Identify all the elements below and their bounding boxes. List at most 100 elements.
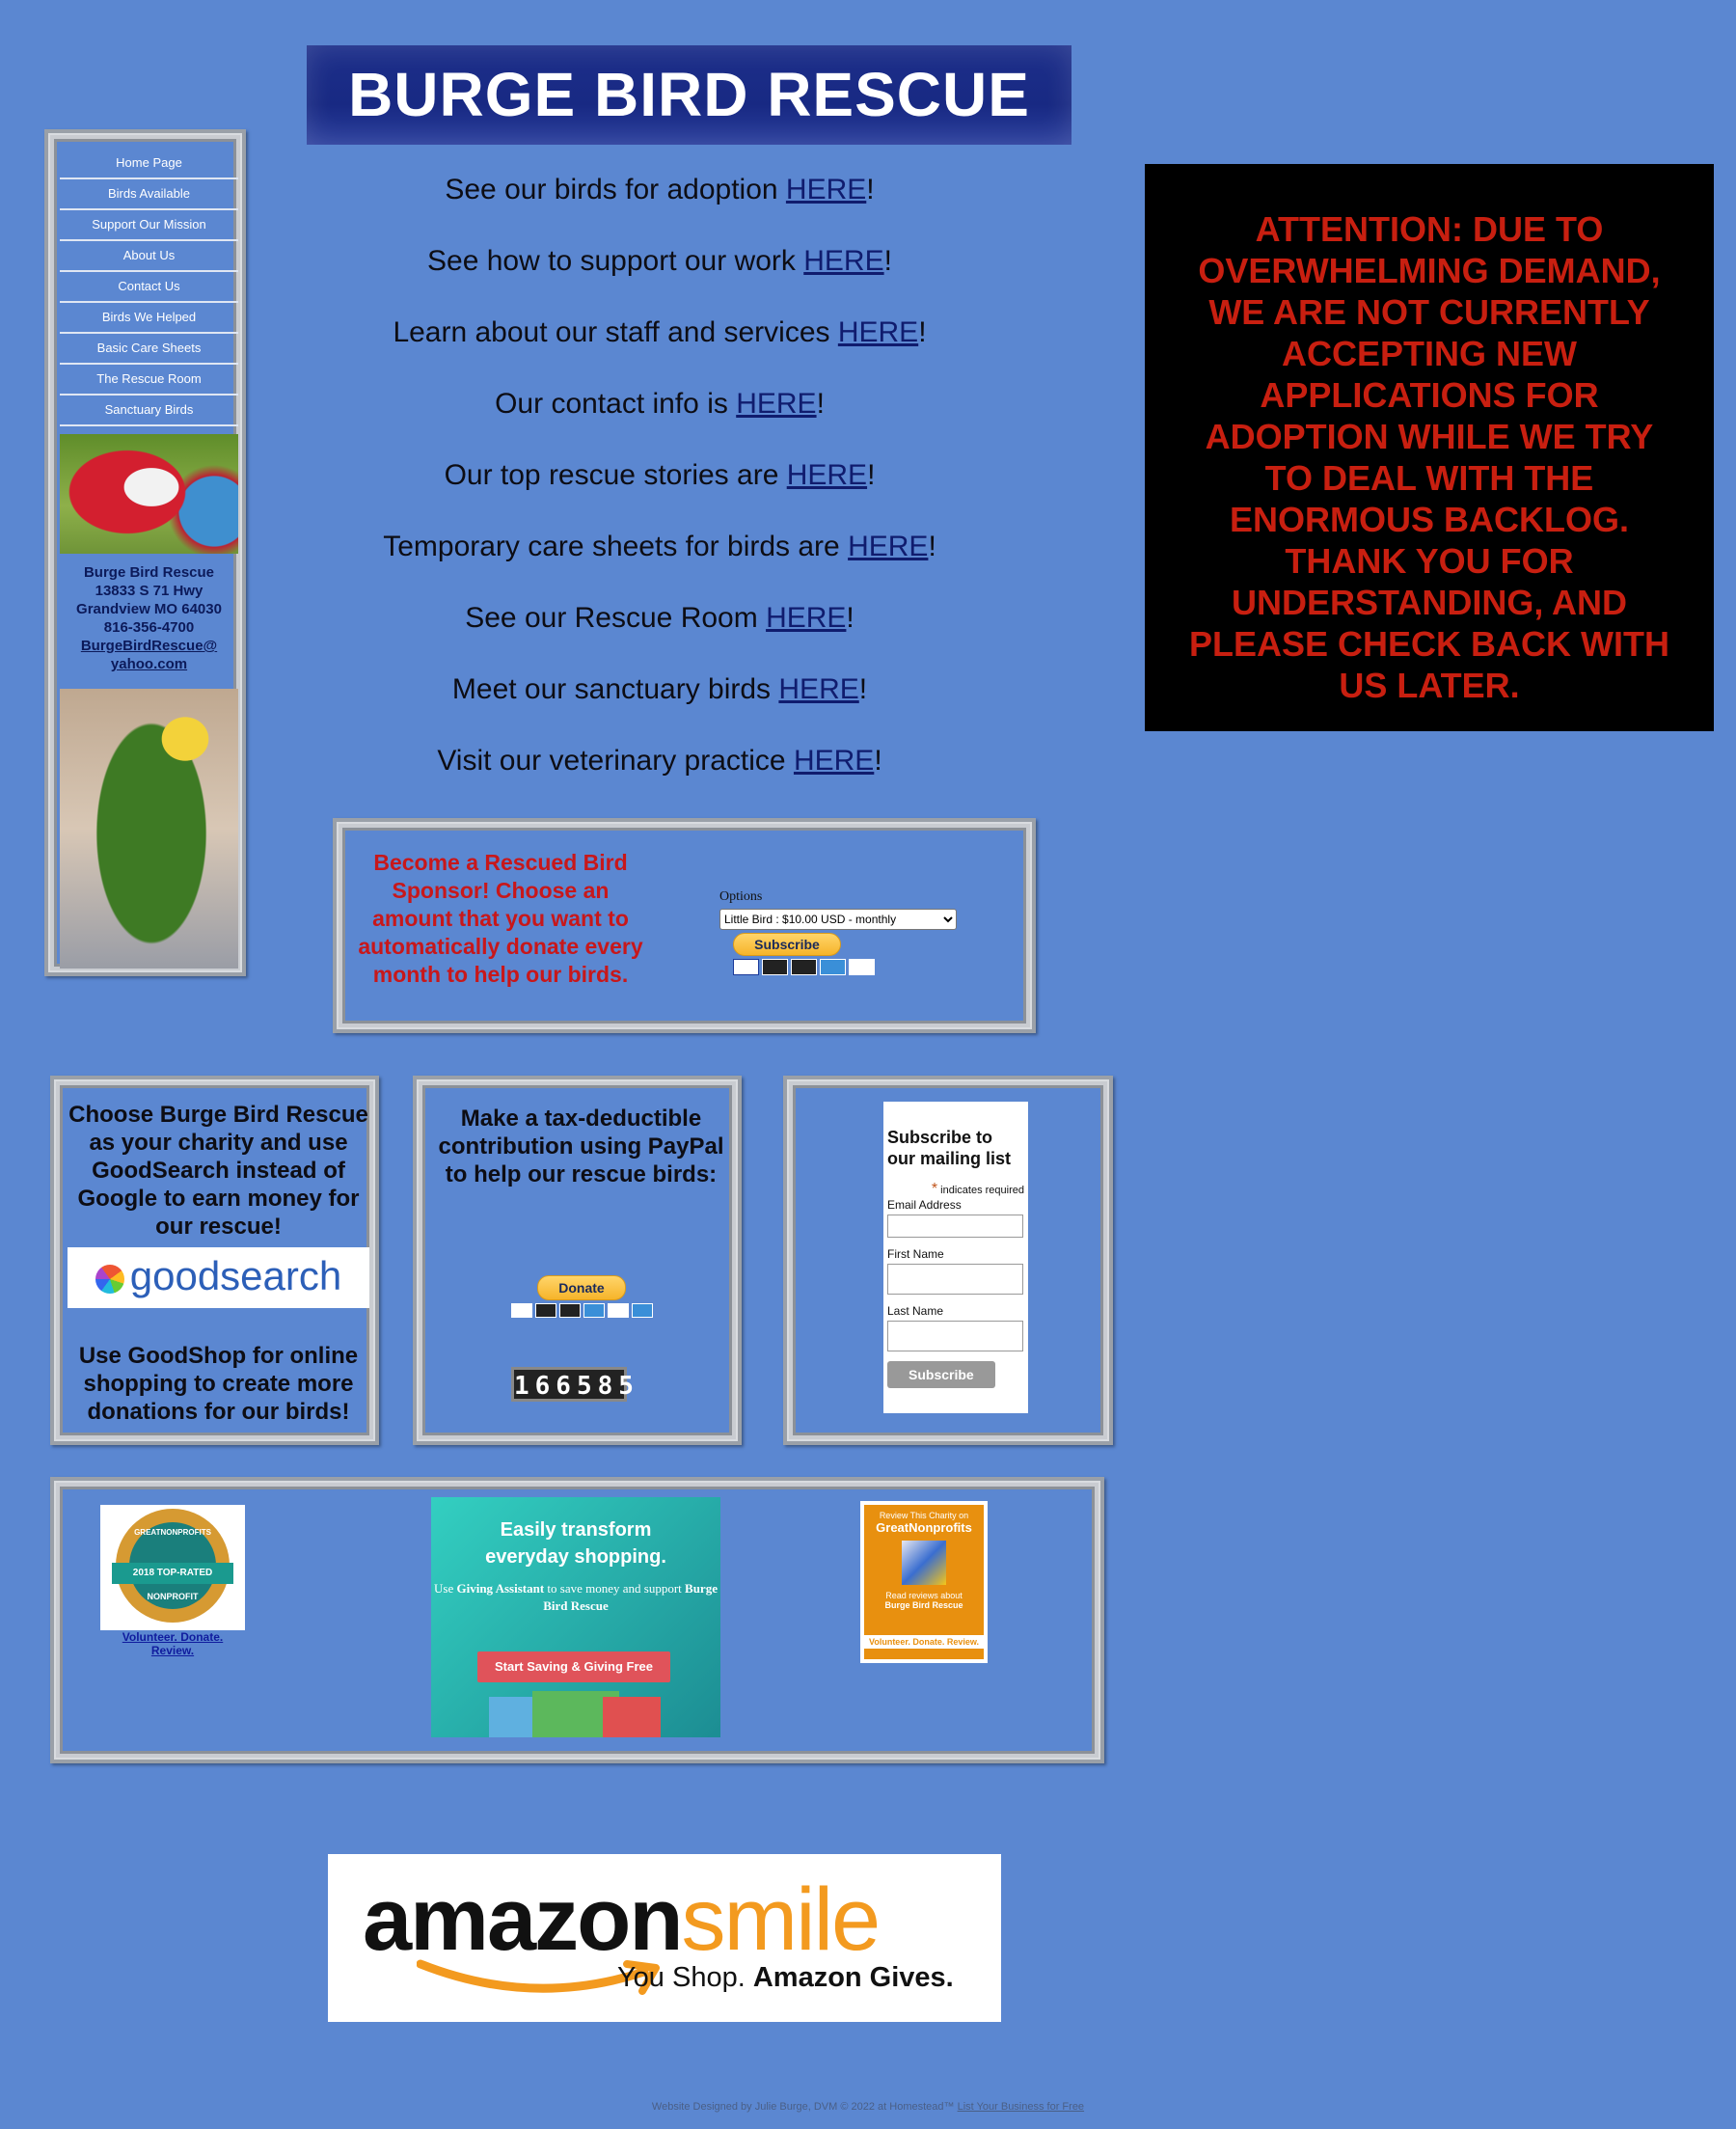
donate-button[interactable]: Donate: [537, 1275, 626, 1300]
macaw-thumbnail: [902, 1541, 946, 1585]
stories-here-link[interactable]: HERE: [787, 459, 867, 491]
sidebar-item-rescue-room[interactable]: The Rescue Room: [60, 365, 238, 396]
sidebar-nav: Home Page Birds Available Support Our Mi…: [58, 149, 240, 426]
first-name-label: First Name: [887, 1247, 944, 1261]
shopping-bag-icon: [603, 1697, 661, 1737]
link-line-sanctuary: Meet our sanctuary birds HERE!: [274, 673, 1045, 706]
goodsearch-title: Choose Burge Bird Rescue as your charity…: [68, 1102, 368, 1240]
last-name-field[interactable]: [887, 1321, 1023, 1351]
email-field[interactable]: [887, 1215, 1023, 1238]
last-name-label: Last Name: [887, 1304, 944, 1318]
sidebar-item-home[interactable]: Home Page: [60, 149, 238, 179]
read-reviews-text: Read reviews about: [885, 1591, 963, 1600]
footer-link[interactable]: List Your Business for Free: [958, 2101, 1084, 2113]
contact-email-link[interactable]: BurgeBirdRescue@ yahoo.com: [81, 638, 217, 672]
link-line-stories: Our top rescue stories are HERE!: [274, 459, 1045, 492]
tagline-bold: Amazon Gives.: [752, 1962, 954, 1993]
badge-seal-icon: GREATNONPROFITS 2018 TOP-RATED NONPROFIT: [112, 1509, 233, 1623]
sidebar-item-birds-helped[interactable]: Birds We Helped: [60, 303, 238, 334]
review-charity-text: Review This Charity on: [879, 1511, 969, 1520]
goodsearch-box: Choose Burge Bird Rescue as your charity…: [50, 1076, 379, 1445]
amex-icon: [820, 959, 846, 975]
link-text: Temporary care sheets for birds are: [383, 531, 849, 562]
contact-here-link[interactable]: HERE: [736, 388, 816, 420]
amex-icon: [583, 1303, 605, 1318]
gnp-org-name: Burge Bird Rescue: [884, 1600, 963, 1610]
sponsor-box: Become a Rescued Bird Sponsor! Choose an…: [333, 818, 1036, 1033]
discover-icon: [849, 959, 875, 975]
sidebar-item-about[interactable]: About Us: [60, 241, 238, 272]
subscribe-button[interactable]: Subscribe: [733, 933, 841, 956]
contact-city: Grandview MO 64030: [76, 601, 222, 617]
sidebar-item-care-sheets[interactable]: Basic Care Sheets: [60, 334, 238, 365]
visa-icon: [511, 1303, 532, 1318]
options-label: Options: [719, 889, 763, 904]
link-suffix: !: [816, 388, 825, 420]
amazon-smile-banner[interactable]: amazonsmile You Shop. Amazon Gives.: [328, 1854, 1001, 2022]
contact-name: Burge Bird Rescue: [83, 564, 215, 581]
adoption-here-link[interactable]: HERE: [786, 174, 866, 205]
required-note: * indicates required: [887, 1181, 1024, 1198]
ga-brand: Giving Assistant: [456, 1581, 545, 1596]
link-text: Meet our sanctuary birds: [451, 673, 779, 705]
required-note-text: indicates required: [940, 1185, 1024, 1196]
card-icons: [733, 959, 970, 975]
link-suffix: !: [846, 602, 854, 634]
link-line-adoption: See our birds for adoption HERE!: [274, 174, 1045, 206]
greatnonprofits-badge[interactable]: GREATNONPROFITS 2018 TOP-RATED NONPROFIT: [100, 1505, 245, 1630]
page-footer: Website Designed by Julie Burge, DVM © 2…: [0, 2101, 1736, 2113]
sidebar: Home Page Birds Available Support Our Mi…: [44, 129, 246, 976]
first-name-field[interactable]: [887, 1264, 1023, 1295]
paypal-box: Make a tax-deductible contribution using…: [413, 1076, 742, 1445]
sponsor-text: Become a Rescued Bird Sponsor! Choose an…: [358, 850, 643, 987]
greatnonprofits-review-badge[interactable]: Review This Charity on GreatNonprofits R…: [860, 1501, 988, 1663]
mastercard-icon: [762, 959, 788, 975]
link-line-care: Temporary care sheets for birds are HERE…: [274, 531, 1045, 563]
support-here-link[interactable]: HERE: [803, 245, 883, 277]
sidebar-item-birds-available[interactable]: Birds Available: [60, 179, 238, 210]
sidebar-item-sanctuary[interactable]: Sanctuary Birds: [60, 396, 238, 426]
link-line-contact: Our contact info is HERE!: [274, 388, 1045, 421]
sidebar-contact: Burge Bird Rescue 13833 S 71 Hwy Grandvi…: [58, 554, 240, 689]
mailing-list-form: Subscribe to our mailing list * indicate…: [883, 1102, 1028, 1413]
link-suffix: !: [858, 673, 868, 705]
rescue-room-here-link[interactable]: HERE: [766, 602, 846, 634]
paypal-donate: Donate: [511, 1275, 656, 1318]
amazon-smile-logo: amazonsmile: [363, 1871, 881, 1968]
giving-assistant-ad[interactable]: Easily transform everyday shopping. Use G…: [431, 1497, 720, 1737]
amazon-tagline: You Shop. Amazon Gives.: [617, 1962, 954, 1994]
contact-phone: 816-356-4700: [103, 619, 195, 636]
sidebar-item-support[interactable]: Support Our Mission: [60, 210, 238, 241]
badge-bottom-text: NONPROFIT: [147, 1592, 199, 1601]
link-suffix: !: [928, 531, 936, 562]
staff-here-link[interactable]: HERE: [838, 316, 918, 348]
badges-box: GREATNONPROFITS 2018 TOP-RATED NONPROFIT…: [50, 1477, 1104, 1763]
start-saving-button[interactable]: Start Saving & Giving Free: [477, 1651, 670, 1682]
link-line-vet: Visit our veterinary practice HERE!: [274, 745, 1045, 778]
care-here-link[interactable]: HERE: [848, 531, 928, 562]
ga-body: Use Giving Assistant to save money and s…: [431, 1580, 720, 1615]
goodshop-text: Use GoodShop for online shopping to crea…: [78, 1343, 359, 1425]
link-text: Our contact info is: [495, 388, 737, 420]
required-star: *: [931, 1181, 938, 1197]
sponsor-form: Options Little Bird : $10.00 USD - month…: [719, 889, 970, 975]
jcb-icon: [632, 1303, 653, 1318]
sanctuary-here-link[interactable]: HERE: [778, 673, 858, 705]
goodsearch-flower-icon: [95, 1264, 124, 1294]
link-text: See our birds for adoption: [445, 174, 786, 205]
link-line-staff: Learn about our staff and services HERE!: [274, 316, 1045, 349]
link-line-support: See how to support our work HERE!: [274, 245, 1045, 278]
vet-here-link[interactable]: HERE: [794, 745, 874, 777]
contact-address: 13833 S 71 Hwy: [95, 583, 203, 599]
paypal-title: Make a tax-deductible contribution using…: [438, 1105, 724, 1187]
badge-ribbon: 2018 TOP-RATED: [112, 1563, 233, 1584]
goodsearch-logo[interactable]: goodsearch: [68, 1247, 369, 1308]
mailing-subscribe-button[interactable]: Subscribe: [887, 1361, 995, 1388]
tagline-pre: You Shop.: [617, 1962, 753, 1993]
email-label: Email Address: [887, 1198, 962, 1212]
sponsor-amount-select[interactable]: Little Bird : $10.00 USD - monthly: [719, 909, 957, 930]
volunteer-donate-review-link[interactable]: Volunteer. Donate. Review.: [122, 1630, 223, 1657]
sidebar-item-contact[interactable]: Contact Us: [60, 272, 238, 303]
link-suffix: !: [883, 245, 892, 277]
macaw-photo: [60, 434, 238, 554]
